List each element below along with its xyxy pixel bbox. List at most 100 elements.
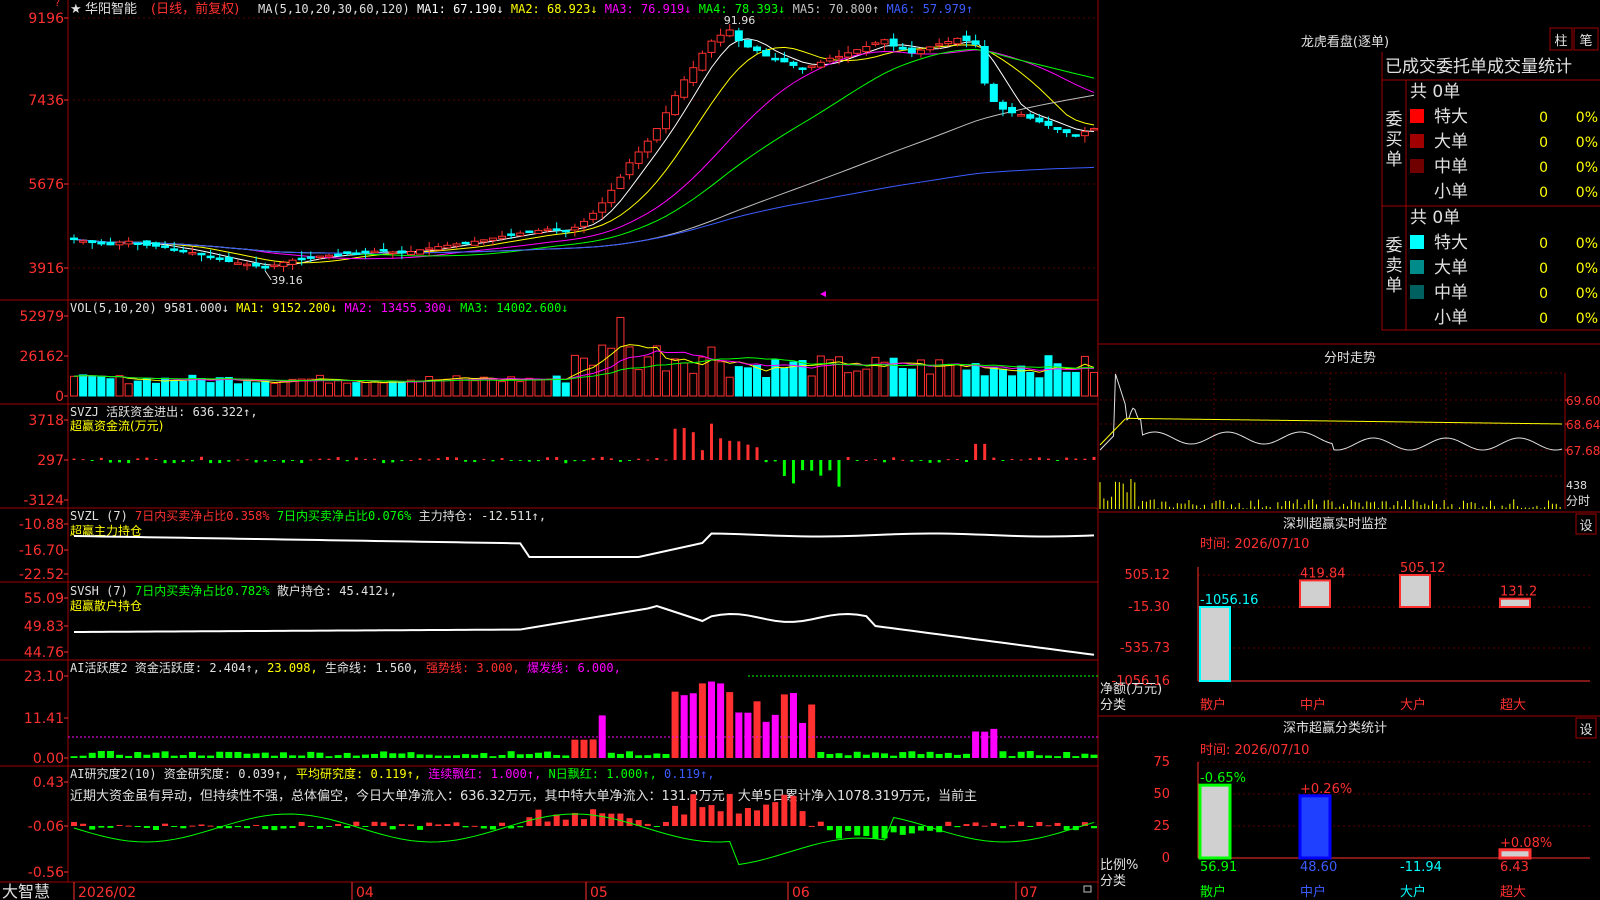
candle-body (580, 220, 588, 227)
candle-body (643, 140, 652, 153)
candle-body (844, 52, 853, 58)
legend-item: 主力持仓: -12.511↑, (411, 508, 546, 523)
monitor-axis-label: 净额(万元) (1100, 682, 1162, 697)
research-bar (708, 805, 715, 826)
activity-bar (261, 752, 269, 758)
research-bar (298, 821, 305, 826)
flow-bar (928, 460, 932, 463)
flow-bar (400, 460, 404, 462)
candle-body (397, 250, 406, 254)
activity-bar (453, 755, 460, 758)
vol-bar (443, 378, 452, 397)
vol-bar (325, 382, 333, 397)
candle-body (516, 232, 525, 237)
lhb-tab-title[interactable]: 已成交委托单成交量统计 (1385, 57, 1572, 77)
activity-bar (425, 754, 433, 758)
vol-bar (224, 377, 233, 397)
flow-bar (373, 458, 377, 460)
activity-bar (371, 753, 379, 758)
candle-body (807, 65, 816, 68)
activity-bar (134, 752, 142, 758)
lock-icon[interactable] (1083, 885, 1092, 893)
research-bar (699, 807, 706, 826)
candle-body (525, 230, 534, 234)
candle-body (589, 212, 598, 220)
research-bar (89, 826, 96, 830)
order-total: 共 0单 (1410, 208, 1460, 228)
flow-bar (883, 460, 887, 463)
legend-item: MA(5,10,20,30,60,120) (258, 2, 410, 16)
svzj-subtitle: 超赢资金流(万元) (70, 418, 163, 433)
vol-bar (634, 369, 643, 397)
activity-bar (981, 731, 989, 758)
candle-body (106, 241, 115, 246)
research-bar (353, 821, 360, 826)
legend-item: AI研究度2(10) 资金研究度: 0.039↑, (70, 766, 289, 781)
order-color-swatch (1410, 134, 1424, 148)
flow-bar (700, 450, 704, 460)
candle-body (661, 112, 670, 130)
order-count: 0 (1539, 236, 1548, 252)
activity-bar (616, 753, 624, 758)
activity-bar (717, 683, 725, 758)
vol-bar (989, 367, 998, 397)
y-tick-label: -0.06 (28, 819, 64, 835)
research-bar (562, 819, 569, 826)
activity-bar (325, 756, 333, 758)
activity-bar (871, 752, 879, 758)
y-tick-label: 3718 (28, 413, 64, 429)
candle-body (88, 240, 97, 244)
candle-body (771, 57, 780, 61)
candle-body (998, 101, 1007, 110)
brand-logo: 大智慧 (2, 882, 50, 900)
activity-bar (307, 751, 315, 758)
candle-body (816, 61, 825, 68)
order-size-label: 中单 (1434, 157, 1468, 177)
candle-body (133, 242, 142, 245)
classify-change-label: -0.65% (1200, 771, 1246, 786)
y-tick-label: -22.52 (19, 567, 64, 583)
candle-body (507, 233, 516, 236)
research-bar (1045, 825, 1052, 827)
vol-bar (488, 379, 497, 397)
research-bar (398, 824, 405, 826)
flow-bar (828, 460, 832, 471)
research-bar (763, 804, 770, 826)
activity-bar (289, 755, 297, 758)
order-size-label: 小单 (1434, 308, 1468, 328)
research-bar (289, 826, 296, 829)
flow-bar (573, 460, 577, 462)
date-label: 04 (356, 885, 374, 900)
candle-body (279, 261, 288, 267)
vol-bar (844, 372, 853, 397)
vol-bar (625, 346, 634, 397)
activity-bar (1072, 756, 1080, 758)
activity-bar (161, 751, 169, 758)
flow-bar (773, 460, 777, 462)
y-tick-label: 7436 (28, 93, 64, 109)
research-bar (1091, 826, 1097, 829)
flow-bar (291, 460, 295, 461)
flow-bar (218, 460, 222, 464)
flow-bar (181, 460, 185, 463)
vol-bar (170, 380, 179, 397)
flow-bar (99, 457, 103, 460)
vol-bar (926, 373, 935, 397)
legend-item: 连续飘红: 1.000↑, (421, 766, 541, 781)
flow-bar (418, 458, 422, 460)
kline-mode[interactable]: (日线，前复权) (151, 1, 239, 17)
candle-body (343, 251, 352, 254)
order-color-swatch (1410, 260, 1424, 274)
star-icon[interactable]: ★ (70, 2, 82, 17)
activity-bar (1044, 755, 1052, 758)
ai1-y-axis: 23.10 11.41 0.00 (24, 669, 68, 767)
monitor-bar (1299, 579, 1331, 608)
flow-bar (482, 458, 486, 460)
question-icon[interactable]: ? (55, 0, 60, 9)
activity-bar (243, 753, 251, 758)
research-bar (262, 826, 269, 830)
activity-bar (434, 755, 442, 758)
svsh-subtitle: 超赢散户持仓 (70, 598, 142, 613)
candle-body (926, 46, 935, 51)
research-bar (526, 817, 533, 826)
